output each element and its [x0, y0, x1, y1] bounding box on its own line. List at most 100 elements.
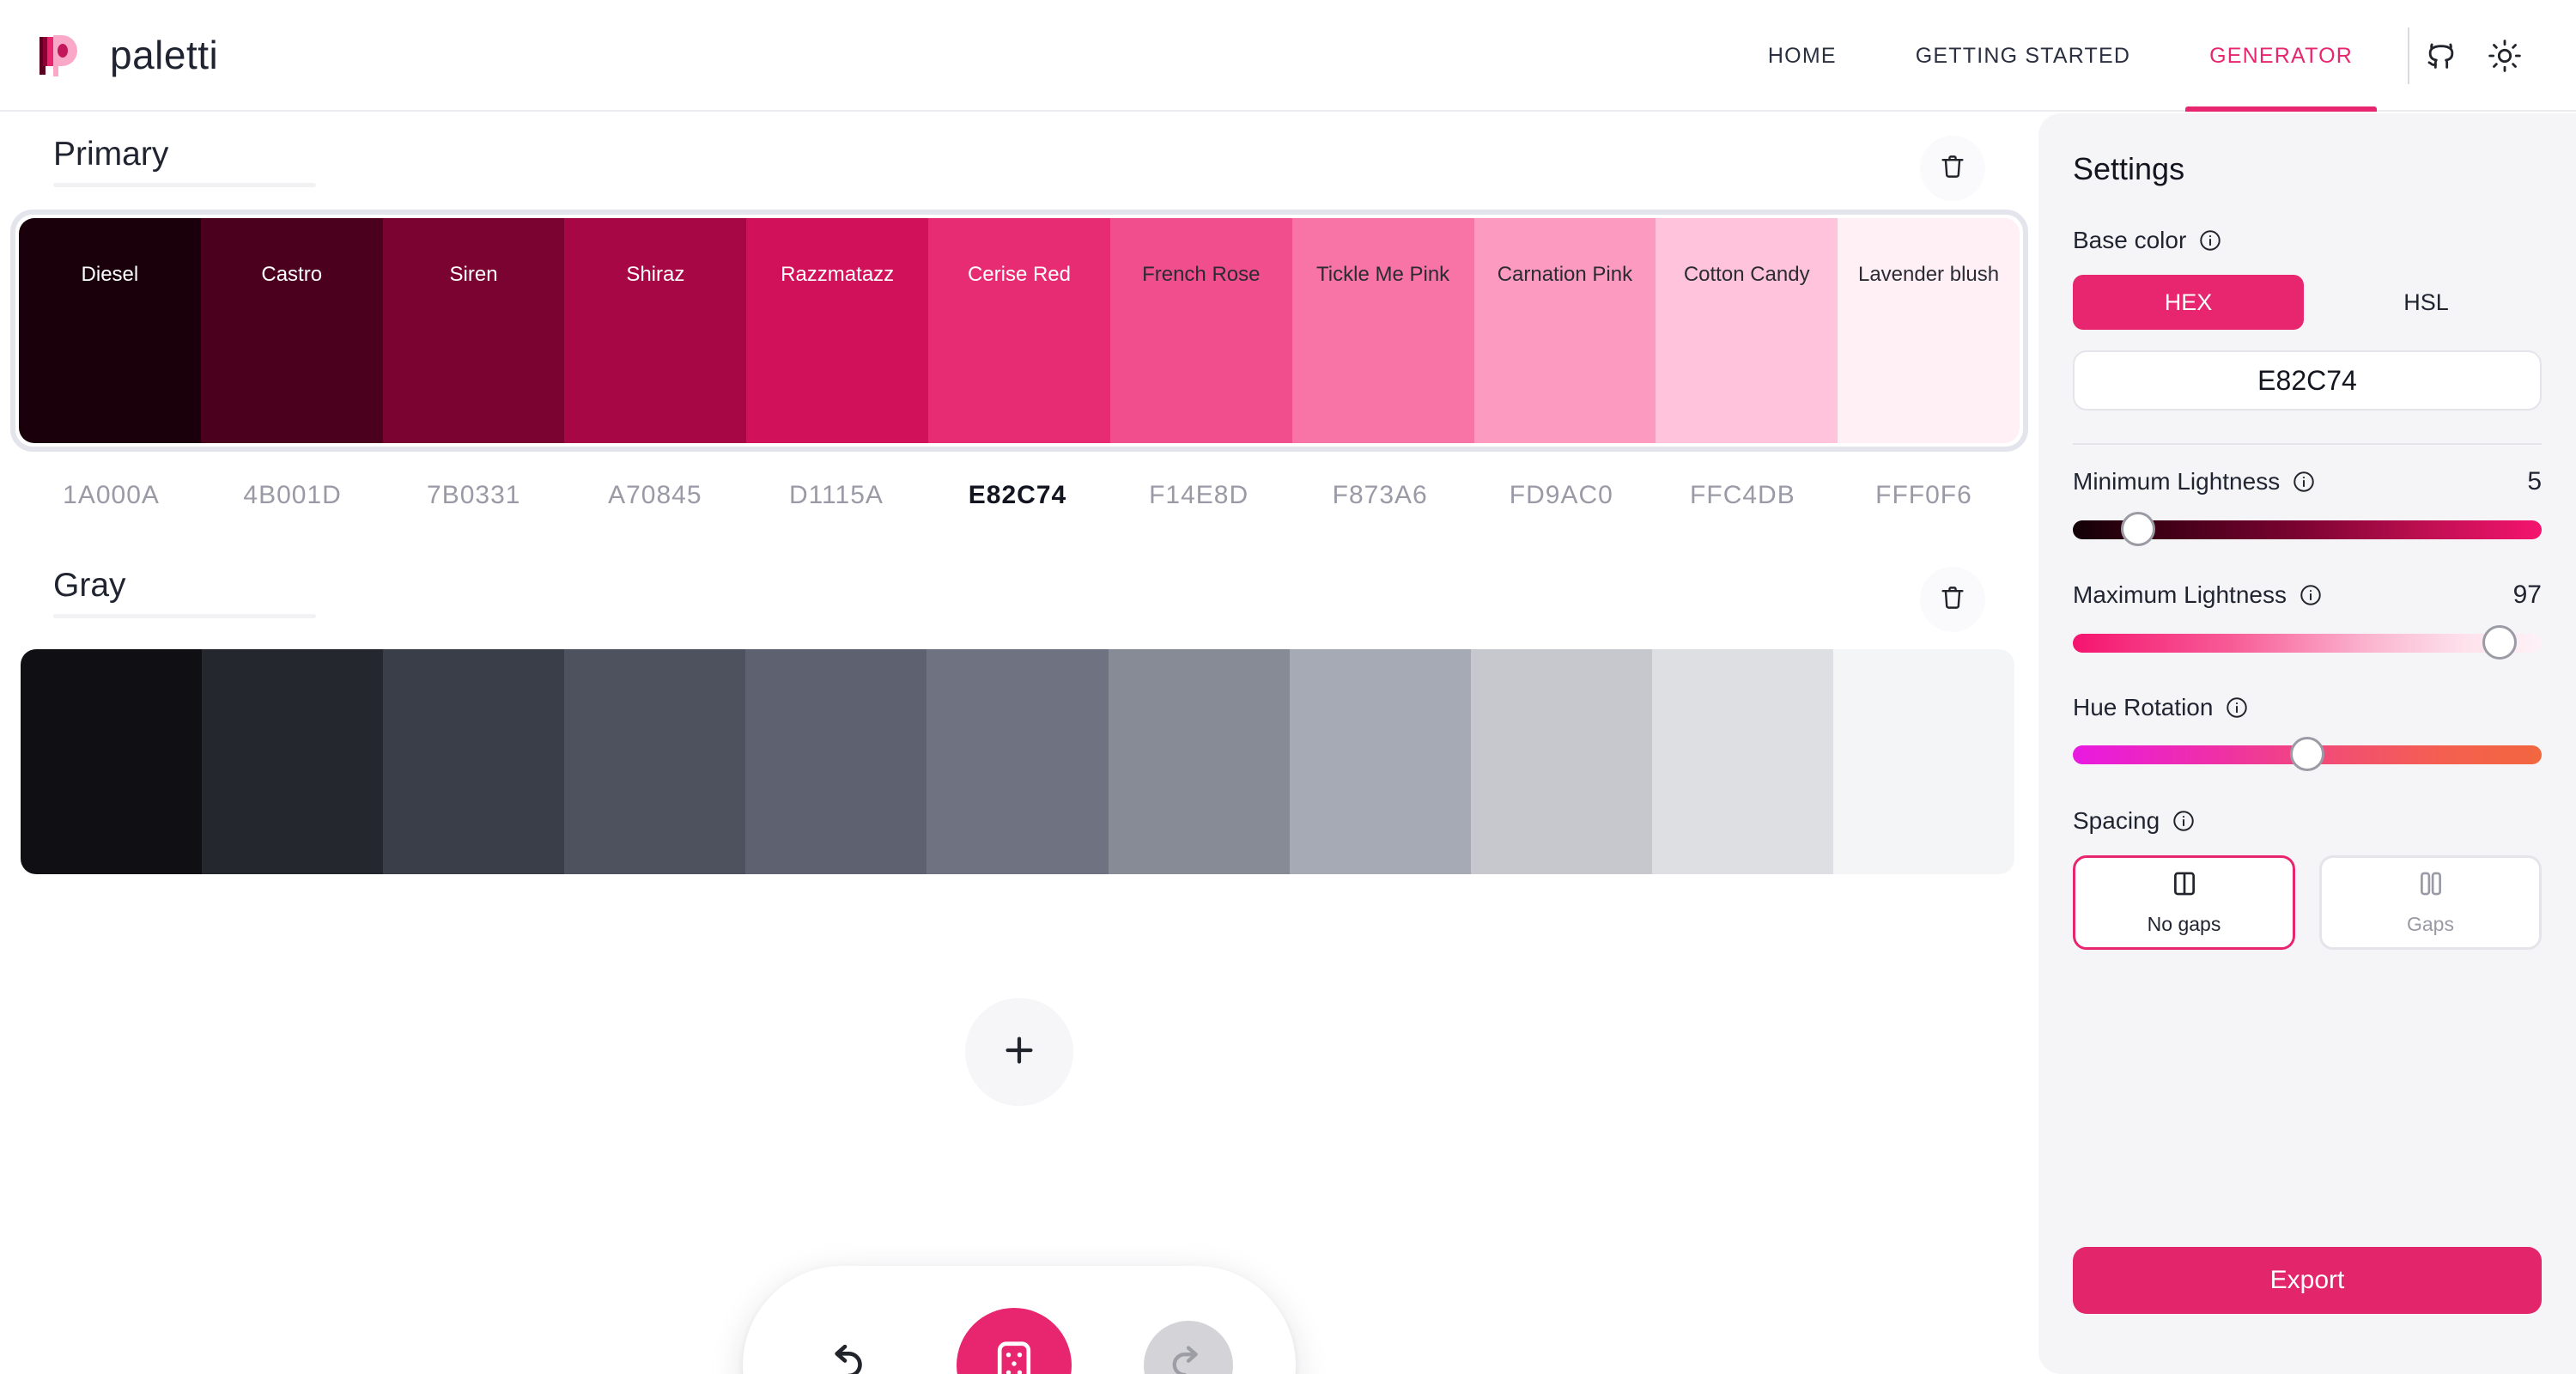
- hex-value-base[interactable]: E82C74: [927, 481, 1108, 510]
- delete-palette-button[interactable]: [1920, 567, 1985, 632]
- slider-thumb[interactable]: [2482, 625, 2517, 660]
- max-lightness-slider[interactable]: [2073, 625, 2542, 660]
- hex-value[interactable]: 7B0331: [383, 481, 564, 510]
- info-icon[interactable]: [2172, 809, 2196, 833]
- base-color-input[interactable]: E82C74: [2073, 350, 2542, 410]
- settings-title: Settings: [2073, 151, 2185, 186]
- nav-item-generator[interactable]: GENERATOR: [2170, 0, 2392, 112]
- spacing-option-label: No gaps: [2147, 913, 2221, 935]
- trash-icon: [1938, 583, 1967, 617]
- min-lightness-label: Minimum Lightness: [2073, 468, 2281, 495]
- export-button[interactable]: Export: [2073, 1247, 2542, 1314]
- hex-value[interactable]: F873A6: [1290, 481, 1471, 510]
- swatch[interactable]: [1832, 649, 2014, 874]
- gray-palette: [21, 649, 2014, 874]
- hex-value[interactable]: 4B001D: [202, 481, 383, 510]
- swatch[interactable]: French Rose: [1109, 218, 1292, 443]
- swatch[interactable]: [1108, 649, 1290, 874]
- swatch-name: Cotton Candy: [1683, 263, 1810, 286]
- undo-arrow-icon: [821, 1340, 869, 1374]
- slider-thumb[interactable]: [2290, 737, 2324, 771]
- hex-value[interactable]: 1A000A: [21, 481, 202, 510]
- info-icon[interactable]: [2225, 696, 2249, 720]
- swatch[interactable]: [383, 649, 565, 874]
- spacing-option-gaps[interactable]: Gaps: [2319, 855, 2542, 950]
- swatch[interactable]: Shiraz: [564, 218, 747, 443]
- color-mode-toggle: HEX HSL: [2073, 275, 2542, 330]
- max-lightness-value: 97: [2512, 581, 2542, 609]
- swatch[interactable]: [564, 649, 746, 874]
- app-header: paletti HOME GETTING STARTED GENERATOR: [0, 0, 2576, 112]
- dice-icon: [987, 1337, 1041, 1374]
- nav-item-home[interactable]: HOME: [1728, 0, 1876, 112]
- primary-hex-row: 1A000A 4B001D 7B0331 A70845 D1115A E82C7…: [21, 481, 2014, 510]
- swatch[interactable]: Tickle Me Pink: [1291, 218, 1474, 443]
- palette-header: Gray: [0, 567, 2038, 632]
- spacing-label-row: Spacing: [2073, 807, 2542, 835]
- hex-value[interactable]: D1115A: [745, 481, 927, 510]
- main-nav: HOME GETTING STARTED GENERATOR: [1728, 0, 2576, 112]
- brand[interactable]: paletti: [34, 28, 218, 82]
- randomize-button[interactable]: [957, 1308, 1072, 1374]
- swatch[interactable]: Cerise Red: [928, 218, 1110, 443]
- swatch[interactable]: [202, 649, 384, 874]
- slider-thumb[interactable]: [2121, 512, 2156, 546]
- action-toolbar: [743, 1266, 1296, 1374]
- swatch[interactable]: Siren: [382, 218, 565, 443]
- swatch[interactable]: Castro: [200, 218, 383, 443]
- add-palette-row: [0, 998, 2038, 1106]
- hex-value[interactable]: F14E8D: [1109, 481, 1290, 510]
- nav-item-getting-started[interactable]: GETTING STARTED: [1876, 0, 2170, 112]
- swatch[interactable]: Razzmatazz: [746, 218, 929, 443]
- brand-name: paletti: [110, 33, 219, 77]
- hex-value[interactable]: A70845: [564, 481, 745, 510]
- swatch[interactable]: [21, 649, 203, 874]
- min-lightness-slider[interactable]: [2073, 512, 2542, 546]
- swatch[interactable]: [1289, 649, 1471, 874]
- undo-button[interactable]: [805, 1326, 884, 1374]
- color-mode-hex[interactable]: HEX: [2073, 275, 2304, 330]
- color-mode-label: HEX: [2164, 289, 2213, 315]
- sun-icon: [2488, 39, 2522, 73]
- info-icon[interactable]: [2198, 228, 2222, 252]
- color-mode-hsl[interactable]: HSL: [2311, 275, 2542, 330]
- nav-label: GETTING STARTED: [1915, 43, 2131, 68]
- spacing-options: No gaps Gaps: [2073, 855, 2542, 950]
- spacing-option-label: Gaps: [2407, 913, 2454, 935]
- hue-rotation-slider[interactable]: [2073, 737, 2542, 771]
- swatch[interactable]: [927, 649, 1109, 874]
- spacing-option-no-gaps[interactable]: No gaps: [2073, 855, 2295, 950]
- base-color-value: E82C74: [2257, 364, 2357, 396]
- github-link-button[interactable]: [2409, 24, 2473, 88]
- palette-title: Primary: [53, 136, 169, 173]
- swatch[interactable]: Cotton Candy: [1656, 218, 1838, 443]
- hue-rotation-label-row: Hue Rotation: [2073, 694, 2542, 721]
- slider-track: [2073, 634, 2542, 653]
- settings-divider: [2073, 443, 2542, 445]
- add-palette-button[interactable]: [965, 998, 1073, 1106]
- hex-value[interactable]: FFF0F6: [1833, 481, 2014, 510]
- swatch-name: Lavender blush: [1857, 263, 2000, 286]
- hex-value[interactable]: FD9AC0: [1471, 481, 1652, 510]
- plus-icon: [999, 1030, 1039, 1074]
- swatch[interactable]: Carnation Pink: [1473, 218, 1656, 443]
- theme-toggle-button[interactable]: [2473, 24, 2537, 88]
- redo-button: [1144, 1321, 1233, 1374]
- info-icon[interactable]: [2292, 470, 2316, 494]
- min-lightness-value: 5: [2527, 467, 2542, 495]
- info-icon[interactable]: [2299, 583, 2323, 607]
- redo-arrow-icon: [1166, 1341, 1211, 1374]
- swatch[interactable]: Diesel: [19, 218, 201, 443]
- swatch-name: Cerise Red: [967, 263, 1071, 286]
- delete-palette-button[interactable]: [1920, 136, 1985, 201]
- swatch[interactable]: [1470, 649, 1652, 874]
- title-underline: [53, 613, 316, 618]
- action-toolbar-row: [0, 1266, 2038, 1374]
- palette-section-gray: Gray: [0, 510, 2038, 874]
- swatch[interactable]: [745, 649, 927, 874]
- hex-value[interactable]: FFC4DB: [1652, 481, 1833, 510]
- swatch[interactable]: Lavender blush: [1838, 218, 2020, 443]
- gaps-icon: [2416, 869, 2445, 903]
- swatch[interactable]: [1651, 649, 1833, 874]
- max-lightness-label: Maximum Lightness: [2073, 581, 2287, 608]
